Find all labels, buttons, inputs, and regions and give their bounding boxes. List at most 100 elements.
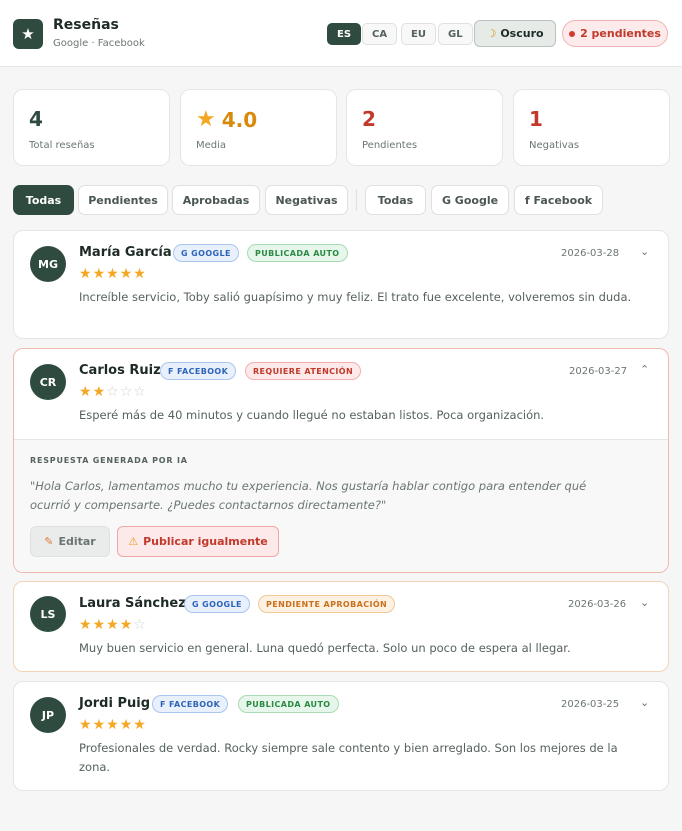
avatar: JP bbox=[30, 697, 66, 733]
review-text: Increíble servicio, Toby salió guapísimo… bbox=[79, 290, 632, 304]
stat-value-pending: 2 bbox=[362, 107, 376, 131]
review-text: Profesionales de verdad. Rocky siempre s… bbox=[79, 741, 618, 774]
star-rating: ★★★★★ bbox=[79, 266, 147, 282]
stat-label-negative: Negativas bbox=[529, 140, 580, 151]
star-icon: ★ bbox=[196, 107, 216, 132]
stat-value-negative: 1 bbox=[529, 107, 543, 131]
ai-response-panel: RESPUESTA GENERADA POR IA "Hola Carlos, … bbox=[14, 439, 668, 572]
stat-card-negative: 1 Negativas bbox=[513, 89, 670, 166]
filter-source-facebook[interactable]: f Facebook bbox=[514, 185, 603, 215]
star-filled-icon: ★ bbox=[92, 717, 107, 733]
filter-status-approved[interactable]: Aprobadas bbox=[172, 185, 260, 215]
status-badge: PUBLICADA AUTO bbox=[238, 695, 339, 713]
star-rating: ★★★★☆ bbox=[79, 617, 147, 633]
pending-count-label: 2 pendientes bbox=[580, 27, 661, 40]
stat-label-pending: Pendientes bbox=[362, 140, 418, 151]
warning-icon: ⚠ bbox=[128, 535, 139, 548]
reviewer-name: María García bbox=[79, 245, 172, 260]
dark-mode-label: Oscuro bbox=[500, 27, 544, 40]
status-badge: REQUIERE ATENCIÓN bbox=[245, 362, 362, 380]
ai-response-text: "Hola Carlos, lamentamos mucho tu experi… bbox=[30, 479, 587, 512]
reviewer-name: Jordi Puig bbox=[79, 696, 151, 711]
lang-button-gl[interactable]: GL bbox=[438, 23, 473, 45]
chevron-down-icon[interactable]: ⌄ bbox=[640, 245, 649, 258]
stat-card-pending: 2 Pendientes bbox=[346, 89, 503, 166]
stat-card-average: ★ 4.0 Media bbox=[180, 89, 337, 166]
pending-count-button[interactable]: 2 pendientes bbox=[562, 20, 668, 47]
status-badge: PENDIENTE APROBACIÓN bbox=[258, 595, 396, 613]
chevron-down-icon[interactable]: ⌄ bbox=[640, 596, 649, 609]
moon-icon: ☽ bbox=[486, 27, 497, 40]
star-empty-icon: ☆ bbox=[106, 384, 120, 400]
reviewer-name: Laura Sánchez bbox=[79, 596, 186, 611]
star-filled-icon: ★ bbox=[92, 617, 107, 633]
page-title: Reseñas bbox=[53, 17, 119, 33]
star-filled-icon: ★ bbox=[79, 384, 93, 400]
star-filled-icon: ★ bbox=[119, 617, 134, 633]
star-filled-icon: ★ bbox=[79, 617, 93, 633]
filter-status-negative[interactable]: Negativas bbox=[265, 185, 348, 215]
stat-label-average: Media bbox=[196, 140, 227, 151]
star-filled-icon: ★ bbox=[92, 266, 107, 282]
star-filled-icon: ★ bbox=[119, 266, 134, 282]
reviewer-name: Carlos Ruiz bbox=[79, 363, 161, 378]
app-header: ★ Reseñas Google · Facebook ES CA EU GL … bbox=[0, 0, 682, 67]
star-filled-icon: ★ bbox=[133, 717, 147, 733]
star-empty-icon: ☆ bbox=[119, 384, 134, 400]
source-badge: G GOOGLE bbox=[173, 244, 239, 262]
chevron-up-icon[interactable]: ⌃ bbox=[640, 363, 649, 376]
page-subtitle: Google · Facebook bbox=[53, 38, 145, 49]
filter-status-pending[interactable]: Pendientes bbox=[78, 185, 168, 215]
review-text: Esperé más de 40 minutos y cuando llegué… bbox=[79, 408, 545, 422]
review-text: Muy buen servicio en general. Luna quedó… bbox=[79, 641, 571, 655]
review-date: 2026-03-25 bbox=[561, 699, 620, 710]
star-filled-icon: ★ bbox=[92, 384, 107, 400]
review-date: 2026-03-26 bbox=[568, 599, 627, 610]
filter-status-all[interactable]: Todas bbox=[13, 185, 74, 215]
review-date: 2026-03-27 bbox=[569, 366, 628, 377]
avatar: CR bbox=[30, 364, 66, 400]
stat-card-total: 4 Total reseñas bbox=[13, 89, 170, 166]
publish-anyway-button[interactable]: ⚠ Publicar igualmente bbox=[117, 526, 279, 557]
star-filled-icon: ★ bbox=[106, 617, 120, 633]
stat-value-average: 4.0 bbox=[221, 107, 258, 132]
status-badge: PUBLICADA AUTO bbox=[247, 244, 348, 262]
avatar: MG bbox=[30, 246, 66, 282]
filter-source-google[interactable]: G Google bbox=[431, 185, 509, 215]
star-empty-icon: ☆ bbox=[133, 617, 147, 633]
edit-label: Editar bbox=[58, 535, 96, 548]
review-card: CR Carlos Ruiz F FACEBOOK REQUIERE ATENC… bbox=[13, 348, 669, 573]
review-card: LS Laura Sánchez G GOOGLE PENDIENTE APRO… bbox=[13, 581, 669, 672]
lang-button-es[interactable]: ES bbox=[327, 23, 362, 45]
star-filled-icon: ★ bbox=[79, 717, 93, 733]
publish-label: Publicar igualmente bbox=[143, 535, 268, 548]
review-card: JP Jordi Puig F FACEBOOK PUBLICADA AUTO … bbox=[13, 681, 669, 791]
edit-button[interactable]: ✎ Editar bbox=[30, 526, 110, 557]
stat-value-total: 4 bbox=[29, 107, 43, 131]
review-date: 2026-03-28 bbox=[561, 248, 620, 259]
source-badge: F FACEBOOK bbox=[152, 695, 229, 713]
star-filled-icon: ★ bbox=[119, 717, 134, 733]
star-filled-icon: ★ bbox=[133, 266, 147, 282]
alert-dot-icon bbox=[569, 30, 576, 37]
filter-divider bbox=[356, 189, 357, 211]
star-empty-icon: ☆ bbox=[133, 384, 147, 400]
star-filled-icon: ★ bbox=[106, 717, 120, 733]
chevron-down-icon[interactable]: ⌄ bbox=[640, 696, 649, 709]
pencil-icon: ✎ bbox=[44, 535, 54, 548]
lang-button-eu[interactable]: EU bbox=[401, 23, 436, 45]
ai-response-label: RESPUESTA GENERADA POR IA bbox=[30, 456, 188, 465]
stat-label-total: Total reseñas bbox=[29, 140, 95, 151]
filter-source-all[interactable]: Todas bbox=[365, 185, 426, 215]
star-filled-icon: ★ bbox=[79, 266, 93, 282]
source-badge: F FACEBOOK bbox=[160, 362, 237, 380]
star-filled-icon: ★ bbox=[106, 266, 120, 282]
dark-mode-button[interactable]: ☽ Oscuro bbox=[474, 20, 556, 47]
review-card: MG María García G GOOGLE PUBLICADA AUTO … bbox=[13, 230, 669, 339]
lang-button-ca[interactable]: CA bbox=[362, 23, 398, 45]
source-badge: G GOOGLE bbox=[184, 595, 250, 613]
star-rating: ★★★★★ bbox=[79, 717, 147, 733]
star-rating: ★★☆☆☆ bbox=[79, 384, 147, 400]
avatar: LS bbox=[30, 596, 66, 632]
star-logo-icon: ★ bbox=[13, 19, 43, 49]
